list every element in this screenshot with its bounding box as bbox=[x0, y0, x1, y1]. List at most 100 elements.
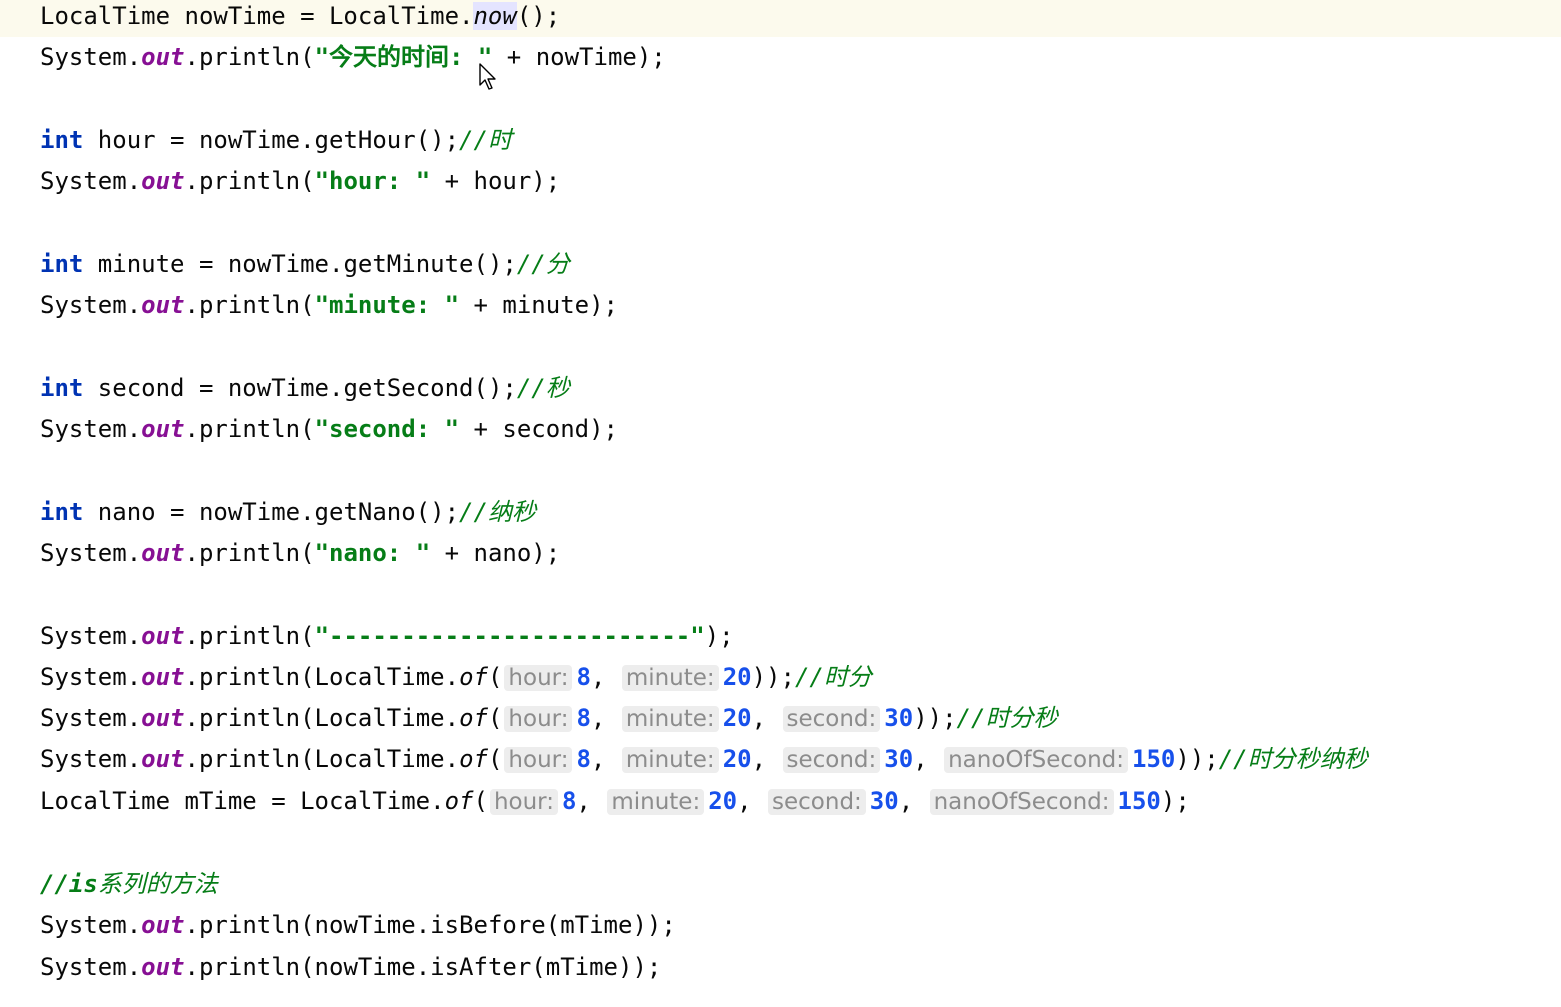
code-line-22[interactable]: //is系列的方法 bbox=[0, 864, 1561, 905]
param-hint-hour: hour: bbox=[504, 706, 573, 732]
field-out: out bbox=[141, 704, 185, 732]
method-of[interactable]: of bbox=[459, 704, 488, 732]
param-hint-hour: hour: bbox=[504, 665, 573, 691]
param-hint-hour: hour: bbox=[504, 747, 573, 773]
code-text: .println( bbox=[184, 415, 315, 443]
code-line-7[interactable]: int minute = nowTime.getMinute();//分 bbox=[0, 244, 1561, 285]
code-text: + second); bbox=[459, 415, 619, 443]
code-line-24[interactable]: System.out.println(nowTime.isAfter(mTime… bbox=[0, 947, 1561, 988]
string-literal: "今天的时间: " bbox=[314, 43, 493, 71]
code-text: + hour); bbox=[430, 167, 561, 195]
param-hint-second: second: bbox=[768, 789, 866, 815]
field-out: out bbox=[141, 745, 185, 773]
number-literal: 20 bbox=[722, 663, 752, 691]
code-line-13[interactable]: int nano = nowTime.getNano();//纳秒 bbox=[0, 492, 1561, 533]
keyword-int: int bbox=[40, 250, 84, 278]
number-literal: 8 bbox=[576, 663, 591, 691]
code-line-5[interactable]: System.out.println("hour: " + hour); bbox=[0, 161, 1561, 202]
comment: //分 bbox=[516, 250, 570, 278]
code-text: System. bbox=[40, 43, 142, 71]
code-text: System. bbox=[40, 911, 142, 939]
number-literal: 8 bbox=[576, 745, 591, 773]
comment: 系列的方法 bbox=[97, 870, 218, 898]
code-text: , bbox=[590, 704, 620, 732]
code-text: + nano); bbox=[430, 539, 561, 567]
comment: //时 bbox=[459, 126, 512, 154]
string-literal: "hour: " bbox=[314, 167, 431, 195]
code-text: second = nowTime.getSecond(); bbox=[83, 374, 517, 402]
code-text: System. bbox=[40, 704, 142, 732]
number-literal: 30 bbox=[869, 787, 899, 815]
code-line-20[interactable]: LocalTime mTime = LocalTime.of(hour: 8, m… bbox=[0, 781, 1561, 822]
number-literal: 150 bbox=[1132, 745, 1176, 773]
method-now[interactable]: now bbox=[473, 2, 517, 30]
code-line-17[interactable]: System.out.println(LocalTime.of(hour: 8, … bbox=[0, 657, 1561, 698]
number-literal: 20 bbox=[722, 745, 752, 773]
code-text: .println(LocalTime. bbox=[184, 663, 460, 691]
code-text: minute = nowTime.getMinute(); bbox=[83, 250, 517, 278]
param-hint-minute: minute: bbox=[621, 706, 719, 732]
code-text: LocalTime mTime = LocalTime. bbox=[40, 787, 445, 815]
string-literal: "minute: " bbox=[314, 291, 460, 319]
comment: //时分秒纳秒 bbox=[1218, 745, 1368, 773]
field-out: out bbox=[141, 953, 185, 981]
code-text: ); bbox=[704, 622, 734, 650]
code-text: .println( bbox=[184, 622, 315, 650]
comment: //时分秒 bbox=[956, 704, 1058, 732]
code-line-19[interactable]: System.out.println(LocalTime.of(hour: 8, … bbox=[0, 739, 1561, 780]
code-text: nano = nowTime.getNano(); bbox=[83, 498, 460, 526]
field-out: out bbox=[141, 415, 185, 443]
param-hint-nano: nanoOfSecond: bbox=[929, 789, 1114, 815]
code-line-1[interactable]: LocalTime nowTime = LocalTime.now(); bbox=[0, 0, 1561, 37]
code-line-18[interactable]: System.out.println(LocalTime.of(hour: 8, … bbox=[0, 698, 1561, 739]
code-text: LocalTime nowTime = LocalTime. bbox=[40, 2, 474, 30]
number-literal: 30 bbox=[884, 704, 914, 732]
code-text: .println(nowTime.isBefore(mTime)); bbox=[184, 911, 676, 939]
number-literal: 8 bbox=[576, 704, 591, 732]
code-text: , bbox=[590, 663, 620, 691]
code-text: , bbox=[576, 787, 606, 815]
code-line-2[interactable]: System.out.println("今天的时间: " + nowTime); bbox=[0, 37, 1561, 78]
code-line-14[interactable]: System.out.println("nano: " + nano); bbox=[0, 533, 1561, 574]
code-text: System. bbox=[40, 291, 142, 319]
param-hint-hour: hour: bbox=[489, 789, 558, 815]
code-editor[interactable]: LocalTime nowTime = LocalTime.now(); Sys… bbox=[0, 0, 1561, 1007]
field-out: out bbox=[141, 911, 185, 939]
comment: //is bbox=[40, 870, 98, 898]
string-literal: "-------------------------" bbox=[314, 622, 705, 650]
code-text: )); bbox=[1175, 745, 1219, 773]
code-line-8[interactable]: System.out.println("minute: " + minute); bbox=[0, 285, 1561, 326]
code-text: )); bbox=[913, 704, 957, 732]
code-line-23[interactable]: System.out.println(nowTime.isBefore(mTim… bbox=[0, 905, 1561, 946]
code-text: , bbox=[737, 787, 767, 815]
param-hint-nano: nanoOfSecond: bbox=[944, 747, 1129, 773]
code-text: .println( bbox=[184, 167, 315, 195]
comment: //时分 bbox=[794, 663, 872, 691]
code-text: System. bbox=[40, 167, 142, 195]
code-text: , bbox=[751, 704, 781, 732]
code-text: , bbox=[898, 787, 928, 815]
code-line-4[interactable]: int hour = nowTime.getHour();//时 bbox=[0, 120, 1561, 161]
method-of[interactable]: of bbox=[445, 787, 474, 815]
code-text: + minute); bbox=[459, 291, 619, 319]
field-out: out bbox=[141, 539, 185, 567]
code-line-10[interactable]: int second = nowTime.getSecond();//秒 bbox=[0, 368, 1561, 409]
comment: //纳秒 bbox=[459, 498, 536, 526]
method-of[interactable]: of bbox=[459, 745, 488, 773]
field-out: out bbox=[141, 43, 185, 71]
code-text: System. bbox=[40, 539, 142, 567]
method-of[interactable]: of bbox=[459, 663, 488, 691]
code-text: ( bbox=[473, 787, 488, 815]
code-text: ); bbox=[1160, 787, 1190, 815]
code-text: System. bbox=[40, 953, 142, 981]
code-line-16[interactable]: System.out.println("--------------------… bbox=[0, 616, 1561, 657]
field-out: out bbox=[141, 291, 185, 319]
comment: //秒 bbox=[516, 374, 570, 402]
code-text: .println(nowTime.isAfter(mTime)); bbox=[184, 953, 662, 981]
number-literal: 150 bbox=[1117, 787, 1161, 815]
code-text: , bbox=[913, 745, 943, 773]
number-literal: 20 bbox=[722, 704, 752, 732]
number-literal: 8 bbox=[561, 787, 577, 815]
code-text: hour = nowTime.getHour(); bbox=[83, 126, 460, 154]
code-line-11[interactable]: System.out.println("second: " + second); bbox=[0, 409, 1561, 450]
